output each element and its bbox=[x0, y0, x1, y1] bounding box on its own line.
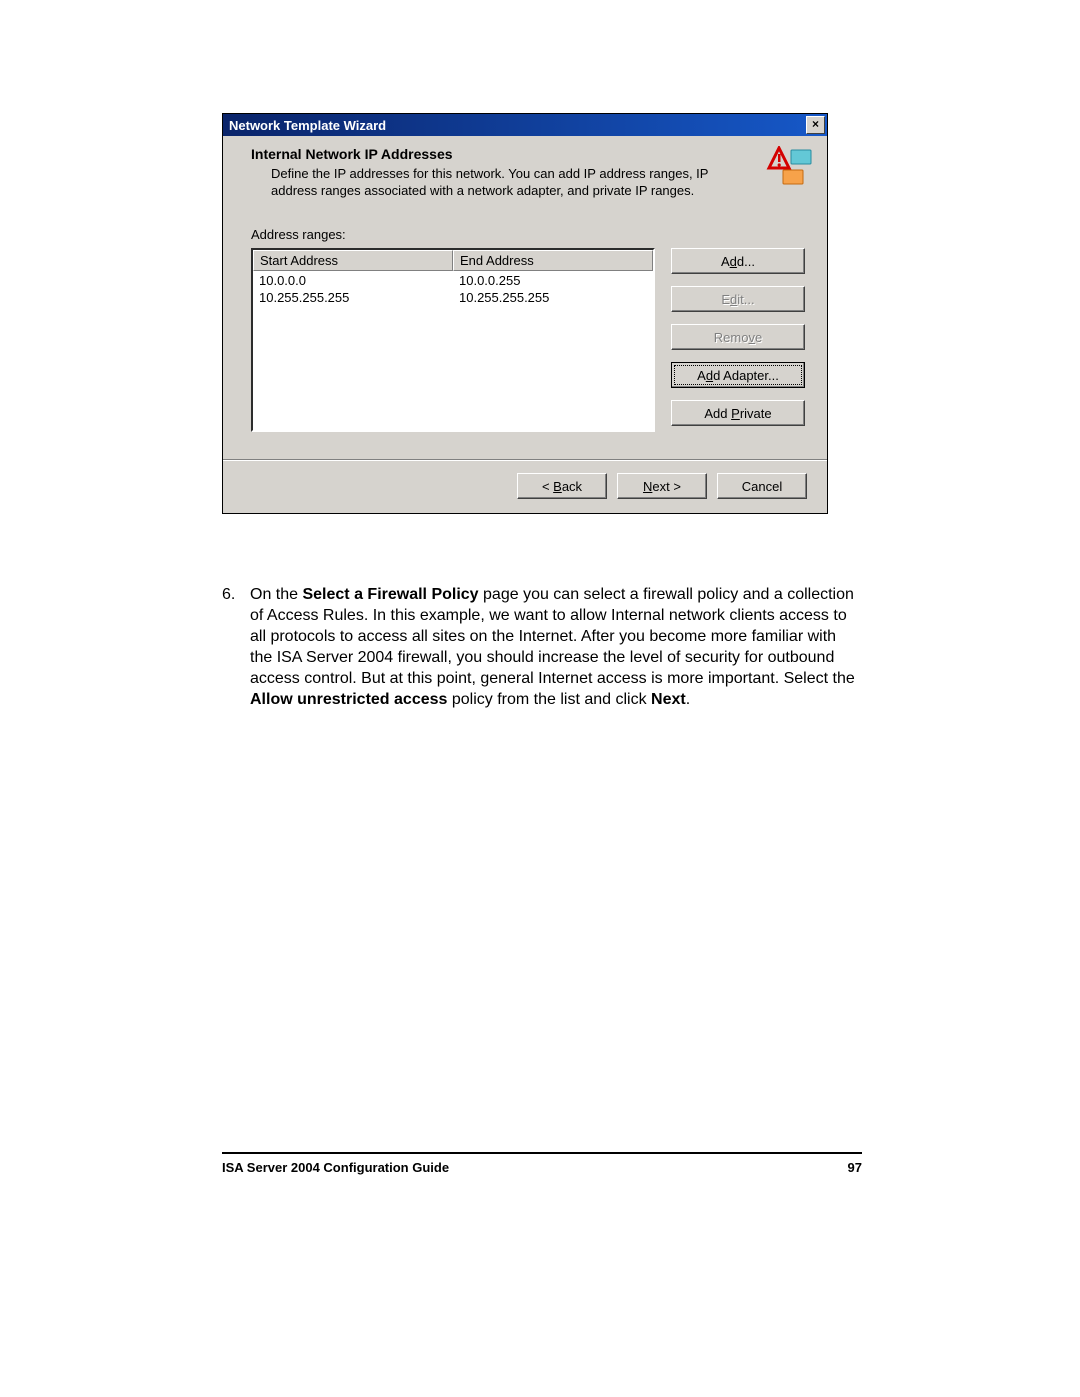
heading-text: Internal Network IP Addresses bbox=[251, 146, 809, 162]
cell-start: 10.255.255.255 bbox=[253, 289, 453, 306]
col-end[interactable]: End Address bbox=[453, 250, 653, 271]
title-text: Network Template Wizard bbox=[229, 118, 386, 133]
footer-title: ISA Server 2004 Configuration Guide bbox=[222, 1160, 449, 1175]
address-ranges-list[interactable]: Start Address End Address 10.0.0.0 10.0.… bbox=[251, 248, 655, 432]
warning-network-icon bbox=[765, 146, 813, 186]
add-button[interactable]: Add... bbox=[671, 248, 805, 274]
table-row[interactable]: 10.0.0.0 10.0.0.255 bbox=[253, 272, 653, 289]
cancel-button[interactable]: Cancel bbox=[717, 473, 807, 499]
cell-start: 10.0.0.0 bbox=[253, 272, 453, 289]
step-text: On the Select a Firewall Policy page you… bbox=[250, 584, 862, 710]
dialog-footer: < Back Next > Cancel bbox=[223, 460, 827, 513]
document-page: Network Template Wizard × Internal Netwo… bbox=[0, 0, 1080, 1397]
step-paragraph: 6. On the Select a Firewall Policy page … bbox=[222, 584, 862, 710]
title-bar: Network Template Wizard × bbox=[223, 114, 827, 136]
close-icon[interactable]: × bbox=[806, 116, 825, 134]
step-number: 6. bbox=[222, 584, 250, 710]
remove-button: Remove bbox=[671, 324, 805, 350]
cell-end: 10.255.255.255 bbox=[453, 289, 653, 306]
table-row[interactable]: 10.255.255.255 10.255.255.255 bbox=[253, 289, 653, 306]
add-private-button[interactable]: Add Private bbox=[671, 400, 805, 426]
cell-end: 10.0.0.255 bbox=[453, 272, 653, 289]
add-adapter-button[interactable]: Add Adapter... bbox=[671, 362, 805, 388]
page-number: 97 bbox=[848, 1160, 862, 1175]
back-button[interactable]: < Back bbox=[517, 473, 607, 499]
next-button[interactable]: Next > bbox=[617, 473, 707, 499]
wizard-dialog: Network Template Wizard × Internal Netwo… bbox=[222, 113, 828, 514]
side-buttons: Add... Edit... Remove Add Adapter... Add… bbox=[671, 248, 805, 432]
col-start[interactable]: Start Address bbox=[253, 250, 453, 271]
subheading-text: Define the IP addresses for this network… bbox=[251, 165, 731, 199]
page-footer: ISA Server 2004 Configuration Guide 97 bbox=[222, 1152, 862, 1175]
edit-button: Edit... bbox=[671, 286, 805, 312]
address-ranges-label: Address ranges: bbox=[251, 227, 807, 242]
dialog-header: Internal Network IP Addresses Define the… bbox=[223, 136, 827, 213]
dialog-body: Address ranges: Start Address End Addres… bbox=[223, 213, 827, 460]
list-header: Start Address End Address bbox=[253, 250, 653, 271]
